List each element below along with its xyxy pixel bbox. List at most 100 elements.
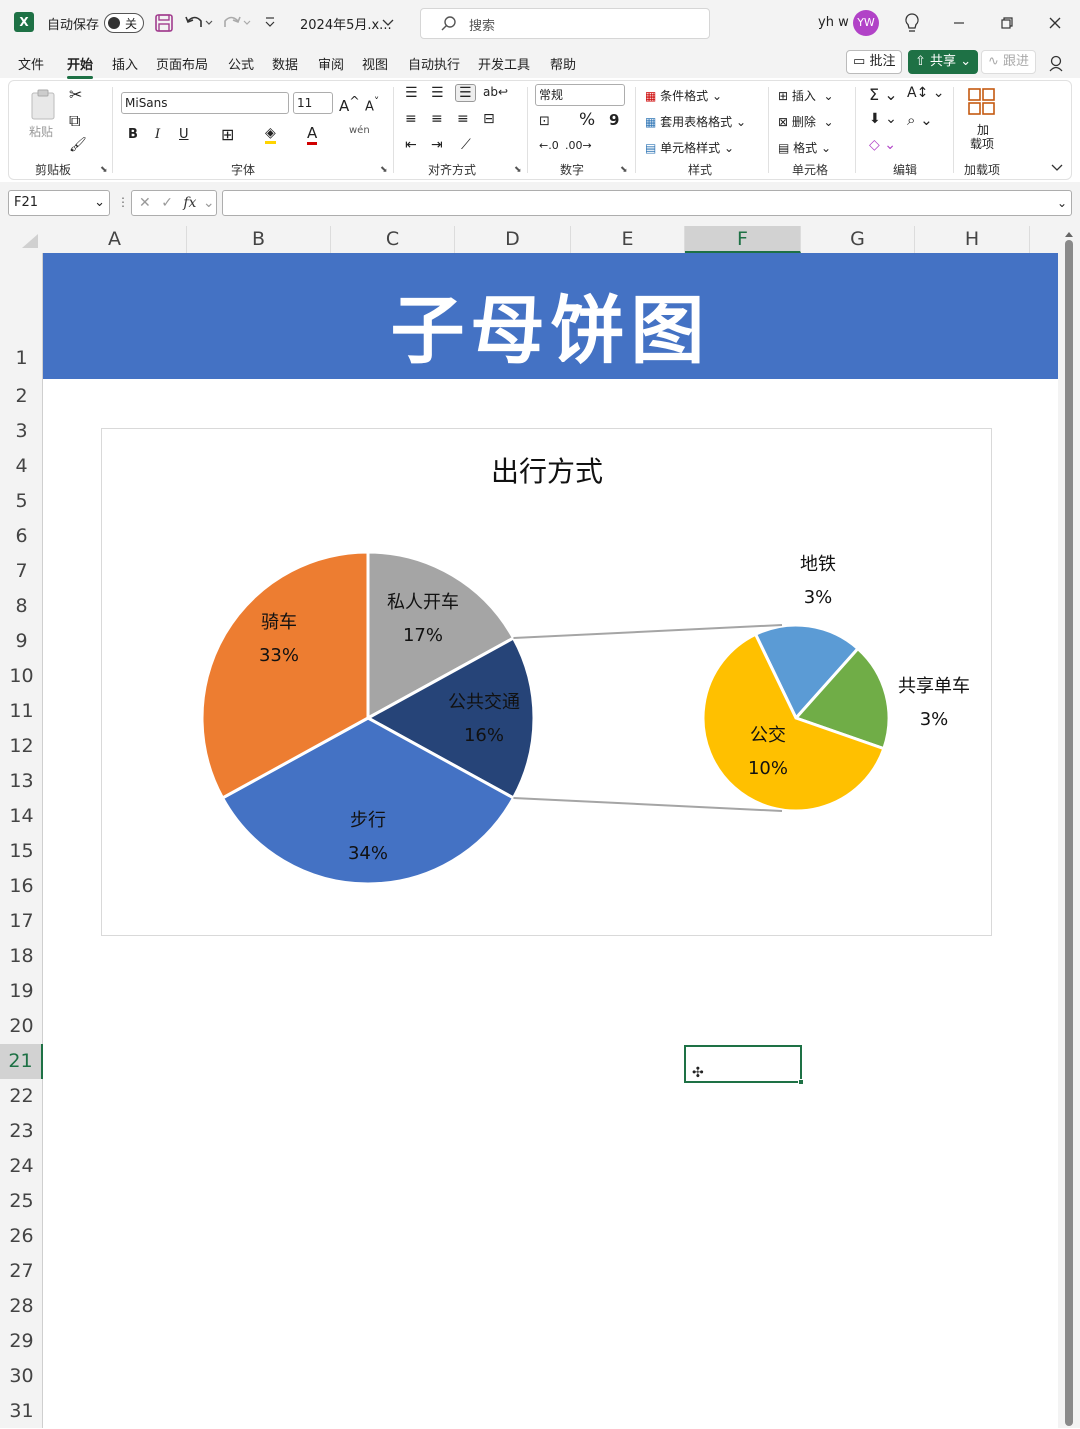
add-ins-icon[interactable] [967, 87, 997, 117]
row-header[interactable]: 8 [0, 589, 43, 624]
borders-icon[interactable]: ⊞ [221, 125, 234, 144]
dialog-launcher-icon[interactable]: ⬊ [620, 165, 628, 175]
find-select-icon[interactable]: ⌕ ⌄ [907, 111, 933, 129]
row-header[interactable]: 7 [0, 554, 43, 589]
data-label-value-secondary-0[interactable]: 3% [804, 587, 833, 608]
data-label-secondary-1[interactable]: 共享单车 [898, 676, 970, 697]
column-header-f[interactable]: F [685, 226, 801, 253]
accessibility-icon[interactable] [1048, 54, 1066, 72]
data-label-secondary-0[interactable]: 地铁 [800, 554, 836, 575]
data-label-primary-0[interactable]: 私人开车 [387, 592, 459, 613]
data-label-secondary-2[interactable]: 公交 [750, 725, 786, 746]
align-center-icon[interactable]: ≡ [431, 111, 443, 127]
expand-formula-icon[interactable]: ⌄ [1057, 193, 1067, 213]
file-name[interactable]: 2024年5月.x... [300, 14, 392, 33]
dialog-launcher-icon[interactable]: ⬊ [100, 165, 108, 175]
cancel-icon[interactable]: ✕ [139, 195, 151, 211]
formula-input[interactable]: ⌄ [222, 190, 1072, 216]
underline-button[interactable]: U [179, 127, 189, 142]
chart-title[interactable]: 出行方式 [491, 455, 603, 488]
decrease-decimal-icon[interactable]: .00→ [565, 139, 592, 152]
row-header[interactable]: 27 [0, 1254, 43, 1289]
align-right-icon[interactable]: ≡ [457, 111, 469, 127]
restore-icon[interactable] [1000, 16, 1014, 30]
data-label-value-secondary-1[interactable]: 3% [920, 709, 949, 730]
conditional-formatting-button[interactable]: ▦ 条件格式 ⌄ [645, 87, 722, 104]
column-header-c[interactable]: C [331, 226, 455, 253]
tab-developer[interactable]: 开发工具 [478, 54, 530, 73]
align-middle-icon[interactable]: ☰ [431, 85, 444, 101]
row-header[interactable]: 15 [0, 834, 43, 869]
row-header[interactable]: 13 [0, 764, 43, 799]
row-header[interactable]: 23 [0, 1114, 43, 1149]
search-box[interactable]: 搜索 [420, 8, 710, 39]
column-header-h[interactable]: H [915, 226, 1030, 253]
row-header[interactable]: 26 [0, 1219, 43, 1254]
data-label-value-secondary-2[interactable]: 10% [748, 758, 788, 779]
data-label-primary-3[interactable]: 骑车 [261, 612, 297, 633]
font-name-select[interactable]: MiSans [121, 92, 289, 114]
decrease-font-icon[interactable]: A˅ [365, 95, 379, 114]
tab-home[interactable]: 开始 [67, 54, 94, 79]
row-header[interactable]: 31 [0, 1394, 43, 1429]
sort-filter-icon[interactable]: A↕ ⌄ [907, 85, 945, 101]
clear-icon[interactable]: ◇ ⌄ [869, 137, 896, 153]
italic-button[interactable]: I [155, 127, 160, 142]
share-button[interactable]: ⇧ 共享 ⌄ [908, 50, 979, 74]
tab-insert[interactable]: 插入 [112, 54, 138, 73]
catch-up-button[interactable]: ∿ 跟进 [981, 50, 1037, 74]
align-left-icon[interactable]: ≡ [405, 111, 417, 127]
chevron-down-icon[interactable] [382, 18, 394, 28]
tab-view[interactable]: 视图 [362, 54, 388, 73]
format-painter-icon[interactable]: 🖌 [69, 137, 87, 153]
add-ins-label-2[interactable]: 载项 [970, 135, 994, 152]
row-header[interactable]: 10 [0, 659, 43, 694]
increase-indent-icon[interactable]: ⇥ [431, 137, 443, 153]
dialog-launcher-icon[interactable]: ⬊ [380, 165, 388, 175]
lightbulb-icon[interactable] [903, 12, 921, 34]
delete-cells-button[interactable]: ⊠ 删除 ⌄ [778, 113, 834, 130]
row-header[interactable]: 1 [0, 253, 43, 379]
format-as-table-button[interactable]: ▦ 套用表格格式 ⌄ [645, 113, 746, 130]
name-box[interactable]: F21 ⌄ [8, 190, 110, 216]
column-header-g[interactable]: G [801, 226, 915, 253]
tab-file[interactable]: 文件 [18, 54, 44, 73]
align-bottom-icon[interactable]: ☰ [455, 84, 476, 102]
percent-button[interactable]: % [579, 110, 595, 130]
wrap-text-icon[interactable]: ab↩ [483, 85, 508, 99]
tab-formulas[interactable]: 公式 [228, 54, 254, 73]
row-header[interactable]: 25 [0, 1184, 43, 1219]
dialog-launcher-icon[interactable]: ⬊ [514, 165, 522, 175]
row-header[interactable]: 29 [0, 1324, 43, 1359]
row-header[interactable]: 6 [0, 519, 43, 554]
row-header[interactable]: 12 [0, 729, 43, 764]
save-icon[interactable] [155, 14, 173, 32]
row-header[interactable]: 14 [0, 799, 43, 834]
avatar[interactable]: YW [853, 10, 879, 36]
row-header[interactable]: 16 [0, 869, 43, 904]
undo-icon[interactable] [184, 13, 214, 33]
tab-page-layout[interactable]: 页面布局 [156, 54, 208, 73]
row-header[interactable]: 18 [0, 939, 43, 974]
tab-review[interactable]: 审阅 [318, 54, 344, 73]
column-header-d[interactable]: D [455, 226, 571, 253]
scrollbar-thumb[interactable] [1065, 240, 1073, 1426]
row-header[interactable]: 20 [0, 1009, 43, 1044]
bold-button[interactable]: B [128, 127, 138, 142]
orientation-icon[interactable]: ⟋ [461, 137, 471, 153]
row-header[interactable]: 17 [0, 904, 43, 939]
data-label-primary-1[interactable]: 公共交通 [448, 692, 520, 713]
merge-center-icon[interactable]: ⊟ [483, 111, 495, 127]
comma-style-button[interactable]: 9 [609, 111, 619, 129]
paste-label[interactable]: 粘贴 [29, 123, 53, 140]
pie-of-pie-chart[interactable]: 出行方式 私人开车 17% 公共交通 16% 步行 34% 骑车 33% 地铁 3% 共享单车 3% 公… [102, 429, 993, 937]
cell-styles-button[interactable]: ▤ 单元格样式 ⌄ [645, 139, 734, 156]
insert-function-icon[interactable]: fx [183, 195, 196, 211]
column-header-a[interactable]: A [43, 226, 187, 253]
close-icon[interactable] [1048, 16, 1062, 30]
data-label-value-primary-2[interactable]: 34% [348, 843, 388, 864]
copy-icon[interactable]: ⧉ [69, 111, 80, 131]
redo-icon[interactable] [222, 13, 252, 33]
collapse-ribbon-icon[interactable] [1051, 163, 1063, 173]
font-size-select[interactable]: 11 [293, 92, 333, 114]
